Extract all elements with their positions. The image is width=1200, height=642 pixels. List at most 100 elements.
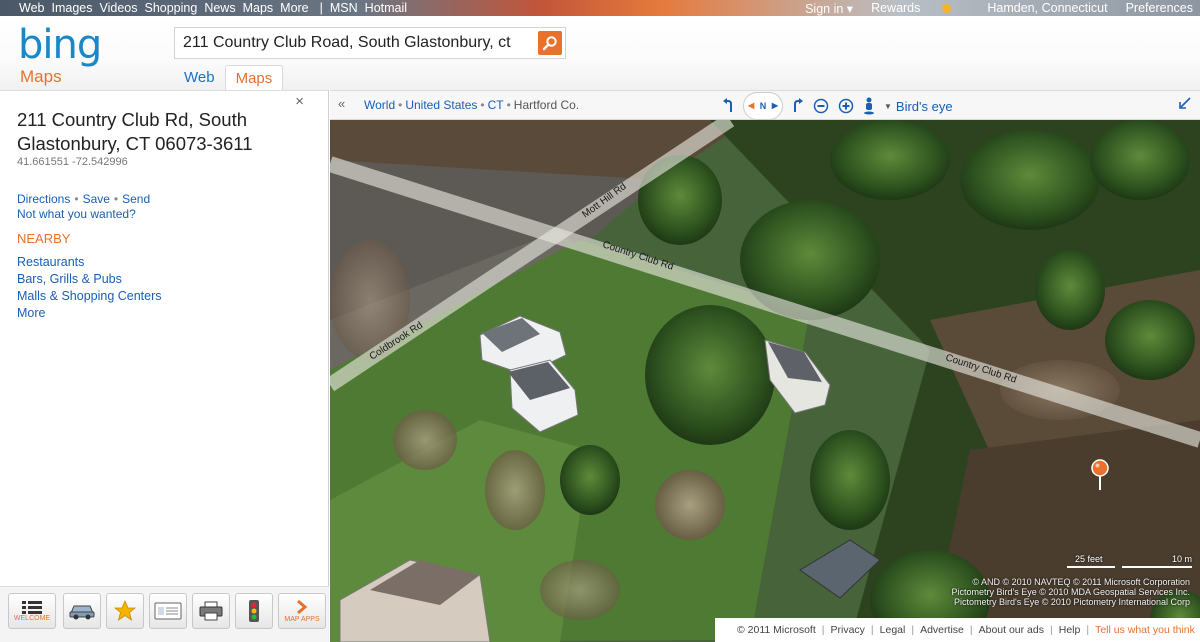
welcome-button[interactable]: WELCOME: [8, 593, 56, 629]
copyright: © 2011 Microsoft: [737, 624, 816, 636]
footer-help[interactable]: Help: [1059, 624, 1081, 636]
footer-advertise[interactable]: Advertise: [920, 624, 964, 636]
breadcrumb-separator: •: [480, 98, 485, 112]
nav-videos[interactable]: Videos: [99, 1, 137, 15]
top-nav-right: Sign in ▾ Rewards Hamden, Connecticut Pr…: [805, 0, 1200, 16]
footer-privacy[interactable]: Privacy: [830, 624, 864, 636]
zoom-out-icon[interactable]: [813, 98, 829, 114]
nav-news[interactable]: News: [204, 1, 235, 15]
rewards-label: Rewards: [871, 1, 921, 15]
printer-icon: [199, 601, 223, 621]
rewards-link[interactable]: Rewards: [871, 1, 969, 15]
save-link[interactable]: Save: [83, 192, 110, 206]
tab-web[interactable]: Web: [174, 65, 225, 90]
breadcrumb-ct[interactable]: CT: [488, 98, 504, 112]
search-box: [174, 27, 566, 59]
breadcrumb-county: Hartford Co.: [513, 98, 580, 112]
car-icon: [69, 605, 95, 620]
maps-product-label: Maps: [20, 67, 62, 86]
rewards-icon: [942, 4, 952, 14]
nearby-restaurants[interactable]: Restaurants: [17, 255, 162, 272]
expand-map-icon[interactable]: [1178, 96, 1192, 113]
card-icon: [154, 602, 182, 620]
send-link[interactable]: Send: [122, 192, 150, 206]
preferences-link[interactable]: Preferences: [1126, 1, 1193, 15]
chevron-right-icon: [297, 599, 308, 615]
nav-images[interactable]: Images: [51, 1, 92, 15]
view-mode-label: Bird's eye: [895, 98, 953, 114]
rotate-left-icon[interactable]: [722, 98, 734, 114]
search-tabs: Web Maps: [174, 65, 284, 90]
attribution-line: © AND © 2010 NAVTEQ © 2011 Microsoft Cor…: [972, 577, 1190, 587]
compass-north: N: [759, 101, 767, 111]
footer-feedback[interactable]: Tell us what you think: [1095, 624, 1195, 636]
nav-web[interactable]: Web: [19, 1, 44, 15]
list-icon: [22, 601, 42, 614]
location-pin-icon[interactable]: [1090, 458, 1110, 492]
tab-maps[interactable]: Maps: [224, 65, 284, 90]
action-separator: •: [74, 192, 79, 206]
result-panel: × 211 Country Club Rd, South Glastonbury…: [0, 90, 329, 642]
breadcrumb-separator: •: [506, 98, 511, 112]
nearby-bars[interactable]: Bars, Grills & Pubs: [17, 272, 162, 289]
directions-link[interactable]: Directions: [17, 192, 70, 206]
footer: © 2011 Microsoft | Privacy | Legal | Advert…: [715, 618, 1200, 642]
print-button[interactable]: [192, 593, 230, 629]
search-icon: [542, 36, 557, 51]
nav-separator: |: [319, 1, 323, 15]
street-view-person-icon[interactable]: [863, 97, 875, 115]
scale-feet: 25 feet: [1075, 554, 1103, 564]
nearby-malls[interactable]: Malls & Shopping Centers: [17, 289, 162, 306]
bing-logo[interactable]: bing: [18, 22, 102, 68]
nav-more[interactable]: More: [280, 1, 308, 15]
footer-legal[interactable]: Legal: [880, 624, 906, 636]
view-mode-dropdown[interactable]: ▼ Bird's eye: [884, 99, 953, 114]
rotate-right-icon[interactable]: [792, 98, 804, 114]
search-input[interactable]: [175, 28, 535, 58]
sign-in-link[interactable]: Sign in ▾: [805, 1, 853, 16]
traffic-light-icon: [249, 600, 259, 622]
result-address: 211 Country Club Rd, South Glastonbury, …: [17, 109, 253, 154]
dropdown-arrow-icon: ▼: [884, 101, 892, 111]
bottom-toolbar: WELCOME MAP APPS: [0, 586, 329, 642]
map-toolbar: « World • United States • CT • Hartford Co. ◀ …: [330, 90, 1200, 120]
attribution-line: Pictometry Bird's Eye © 2010 MDA Geospat…: [951, 587, 1190, 597]
top-nav-links: Web Images Videos Shopping News Maps Mor…: [0, 0, 414, 16]
attribution-line: Pictometry Bird's Eye © 2010 Pictometry …: [954, 597, 1190, 607]
map-apps-button[interactable]: MAP APPS: [278, 593, 326, 629]
scale-meters: 10 m: [1171, 554, 1192, 564]
breadcrumb-separator: •: [398, 98, 403, 112]
footer-about-ads[interactable]: About our ads: [979, 624, 1044, 636]
map-canvas[interactable]: Mott Hill Rd Country Club Rd Coldbrook R…: [330, 120, 1200, 642]
map-apps-label: MAP APPS: [284, 616, 320, 623]
nearby-more[interactable]: More: [17, 306, 162, 323]
star-icon: [114, 600, 136, 621]
breadcrumb-us[interactable]: United States: [405, 98, 477, 112]
breadcrumb: World • United States • CT • Hartford Co.: [364, 98, 579, 112]
nav-msn[interactable]: MSN: [330, 1, 358, 15]
collapse-panel-button[interactable]: «: [338, 96, 345, 111]
favorites-button[interactable]: [106, 593, 144, 629]
nearby-heading: NEARBY: [17, 231, 71, 246]
zoom-in-icon[interactable]: [838, 98, 854, 114]
map-nav-controls: ◀ N ▶ ▼ Bird's eye: [722, 92, 962, 120]
map-scale: 25 feet 10 m: [1067, 554, 1192, 570]
business-card-button[interactable]: [149, 593, 187, 629]
welcome-label: WELCOME: [13, 615, 51, 622]
map-attribution: © AND © 2010 NAVTEQ © 2011 Microsoft Cor…: [952, 577, 1190, 607]
directions-tool-button[interactable]: [63, 593, 101, 629]
nav-shopping[interactable]: Shopping: [144, 1, 197, 15]
traffic-button[interactable]: [235, 593, 273, 629]
nav-maps[interactable]: Maps: [243, 1, 274, 15]
breadcrumb-world[interactable]: World: [364, 98, 395, 112]
action-separator: •: [113, 192, 119, 206]
nearby-list: Restaurants Bars, Grills & Pubs Malls & …: [17, 255, 162, 323]
search-button[interactable]: [538, 31, 562, 55]
result-coordinates: 41.661551 -72.542996: [17, 156, 128, 168]
header: bing Maps Web Maps: [0, 16, 1200, 90]
not-what-you-wanted-link[interactable]: Not what you wanted?: [17, 207, 136, 221]
location-link[interactable]: Hamden, Connecticut: [987, 1, 1107, 15]
nav-hotmail[interactable]: Hotmail: [365, 1, 407, 15]
compass-control[interactable]: ◀ N ▶: [743, 92, 783, 120]
top-nav-bar: Web Images Videos Shopping News Maps Mor…: [0, 0, 1200, 16]
